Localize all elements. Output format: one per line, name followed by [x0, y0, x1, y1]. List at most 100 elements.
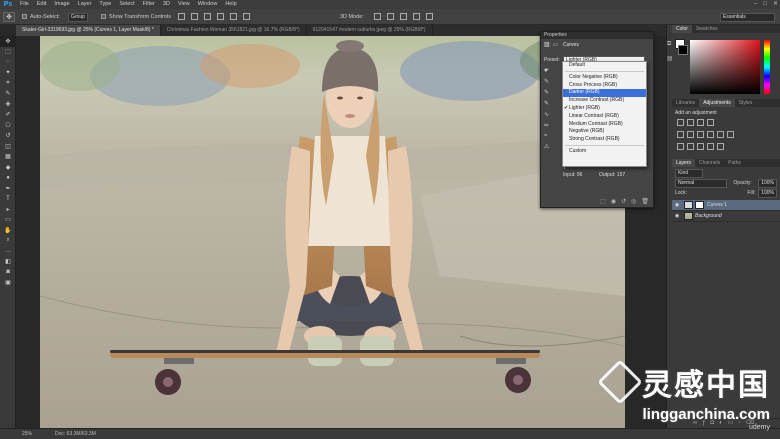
- 3d-slide-icon[interactable]: [412, 13, 420, 20]
- tab-layers[interactable]: Layers: [672, 159, 696, 167]
- stamp-icon[interactable]: ⎔: [0, 120, 16, 131]
- colors-icon[interactable]: ◧: [0, 257, 16, 268]
- menu-3d[interactable]: 3D: [159, 0, 174, 9]
- gradient-map-icon[interactable]: [716, 143, 724, 150]
- visibility-icon[interactable]: ◎: [631, 198, 636, 205]
- move-icon[interactable]: ✥: [0, 36, 16, 47]
- target-adjust-icon[interactable]: ☛: [544, 67, 556, 74]
- minimize-button[interactable]: –: [754, 0, 757, 9]
- brush-icon[interactable]: ✐: [0, 110, 16, 121]
- preset-menu-item[interactable]: Strong Contrast (RGB): [563, 136, 646, 144]
- document-tab[interactable]: Christmas Fashion Woman 3561821.jpg @ 16…: [161, 25, 307, 36]
- lasso-icon[interactable]: ◌: [0, 57, 16, 68]
- preset-menu-item[interactable]: Color Negative (RGB): [563, 74, 646, 82]
- history-panel-icon[interactable]: ⧉: [667, 41, 671, 48]
- quick-select-icon[interactable]: ✦: [0, 68, 16, 79]
- transform-controls-checkbox[interactable]: [101, 14, 106, 19]
- preset-menu-item[interactable]: Negative (RGB): [563, 128, 646, 136]
- menu-image[interactable]: Image: [50, 0, 73, 9]
- 3d-drag-icon[interactable]: [399, 13, 407, 20]
- clipping-warning-icon[interactable]: ⚠: [544, 143, 556, 150]
- layer-row[interactable]: ◉ Curves 1: [672, 200, 780, 211]
- view-previous-icon[interactable]: ◉: [611, 198, 616, 205]
- hue-saturation-icon[interactable]: [686, 131, 694, 138]
- crop-icon[interactable]: ⌗: [0, 78, 16, 89]
- move-tool-preset-icon[interactable]: ✥: [3, 12, 15, 22]
- selective-color-icon[interactable]: [706, 143, 714, 150]
- curves-icon[interactable]: [696, 119, 704, 126]
- document-tab[interactable]: Skater-Girl-3319693.jpg @ 25% (Curves 1,…: [16, 25, 161, 36]
- tab-color[interactable]: Color: [672, 25, 692, 33]
- fill-input[interactable]: 100%: [758, 188, 777, 198]
- preset-menu-item[interactable]: Darker (RGB): [563, 89, 646, 98]
- tab-channels[interactable]: Channels: [695, 159, 724, 167]
- eye-icon[interactable]: ◉: [672, 202, 682, 208]
- more-icon[interactable]: …: [0, 246, 16, 257]
- smooth-icon[interactable]: ≈: [544, 133, 556, 139]
- menu-edit[interactable]: Edit: [33, 0, 50, 9]
- path-select-icon[interactable]: ▸: [0, 204, 16, 215]
- shape-icon[interactable]: ▭: [0, 215, 16, 226]
- history-brush-icon[interactable]: ↺: [0, 131, 16, 142]
- tab-styles[interactable]: Styles: [735, 99, 757, 107]
- color-balance-icon[interactable]: [696, 131, 704, 138]
- layer-row[interactable]: ◉ Background: [672, 211, 780, 222]
- align-top-icon[interactable]: [177, 13, 185, 20]
- auto-select-checkbox[interactable]: [22, 14, 27, 19]
- 3d-scale-icon[interactable]: [425, 13, 433, 20]
- eyedropper-icon[interactable]: ✎: [0, 89, 16, 100]
- screenmode-icon[interactable]: ▣: [0, 278, 16, 289]
- align-right-icon[interactable]: [242, 13, 250, 20]
- align-center-icon[interactable]: [229, 13, 237, 20]
- layer-mask-thumbnail[interactable]: [695, 201, 704, 209]
- white-point-eyedropper-icon[interactable]: ✎: [544, 100, 556, 107]
- align-left-icon[interactable]: [216, 13, 224, 20]
- exposure-icon[interactable]: [706, 119, 714, 126]
- eye-icon[interactable]: ◉: [672, 213, 682, 219]
- preset-menu-item[interactable]: Cross Process (RGB): [563, 82, 646, 90]
- threshold-icon[interactable]: [696, 143, 704, 150]
- clip-to-layer-icon[interactable]: ⬚: [600, 198, 606, 205]
- menu-view[interactable]: View: [174, 0, 194, 9]
- color-picker-field[interactable]: [690, 40, 760, 94]
- tab-paths[interactable]: Paths: [724, 159, 745, 167]
- 3d-roll-icon[interactable]: [386, 13, 394, 20]
- opacity-input[interactable]: 100%: [758, 178, 777, 188]
- channel-mixer-icon[interactable]: [726, 131, 734, 138]
- levels-icon[interactable]: [686, 119, 694, 126]
- tab-swatches[interactable]: Swatches: [692, 25, 722, 33]
- menu-type[interactable]: Type: [95, 0, 115, 9]
- type-icon[interactable]: T: [0, 194, 16, 205]
- zoom-level[interactable]: 25%: [22, 429, 32, 439]
- maximize-button[interactable]: □: [763, 0, 767, 9]
- close-button[interactable]: ✕: [773, 0, 778, 9]
- hue-slider[interactable]: [764, 40, 770, 94]
- blur-icon[interactable]: ◆: [0, 162, 16, 173]
- document-canvas-photo[interactable]: [40, 36, 625, 428]
- healing-icon[interactable]: ✚: [0, 99, 16, 110]
- menu-filter[interactable]: Filter: [139, 0, 159, 9]
- invert-icon[interactable]: [676, 143, 684, 150]
- preset-menu-item[interactable]: Linear Contrast (RGB): [563, 113, 646, 121]
- black-point-eyedropper-icon[interactable]: ✎: [544, 78, 556, 85]
- preset-menu-item[interactable]: Medium Contrast (RGB): [563, 121, 646, 129]
- tab-adjustments[interactable]: Adjustments: [699, 99, 735, 107]
- preset-menu-item[interactable]: Increase Contrast (RGB): [563, 97, 646, 105]
- preset-menu-item[interactable]: Custom: [563, 148, 646, 156]
- workspace-dropdown[interactable]: Essentials: [720, 13, 775, 22]
- black-white-icon[interactable]: [706, 131, 714, 138]
- tab-libraries[interactable]: Libraries: [672, 99, 699, 107]
- curve-point-icon[interactable]: ∿: [544, 111, 556, 118]
- reset-icon[interactable]: ↺: [621, 198, 626, 205]
- menu-window[interactable]: Window: [194, 0, 222, 9]
- photo-filter-icon[interactable]: [716, 131, 724, 138]
- menu-select[interactable]: Select: [115, 0, 138, 9]
- 3d-rotate-icon[interactable]: [373, 13, 381, 20]
- background-color-swatch[interactable]: [678, 45, 688, 55]
- hand-icon[interactable]: ✋: [0, 225, 16, 236]
- blend-mode-dropdown[interactable]: Normal: [675, 178, 727, 188]
- quickmask-icon[interactable]: ◙: [0, 267, 16, 278]
- gradient-icon[interactable]: ▦: [0, 152, 16, 163]
- layer-kind-dropdown[interactable]: Kind: [675, 169, 703, 178]
- pencil-draw-icon[interactable]: ✏: [544, 122, 556, 129]
